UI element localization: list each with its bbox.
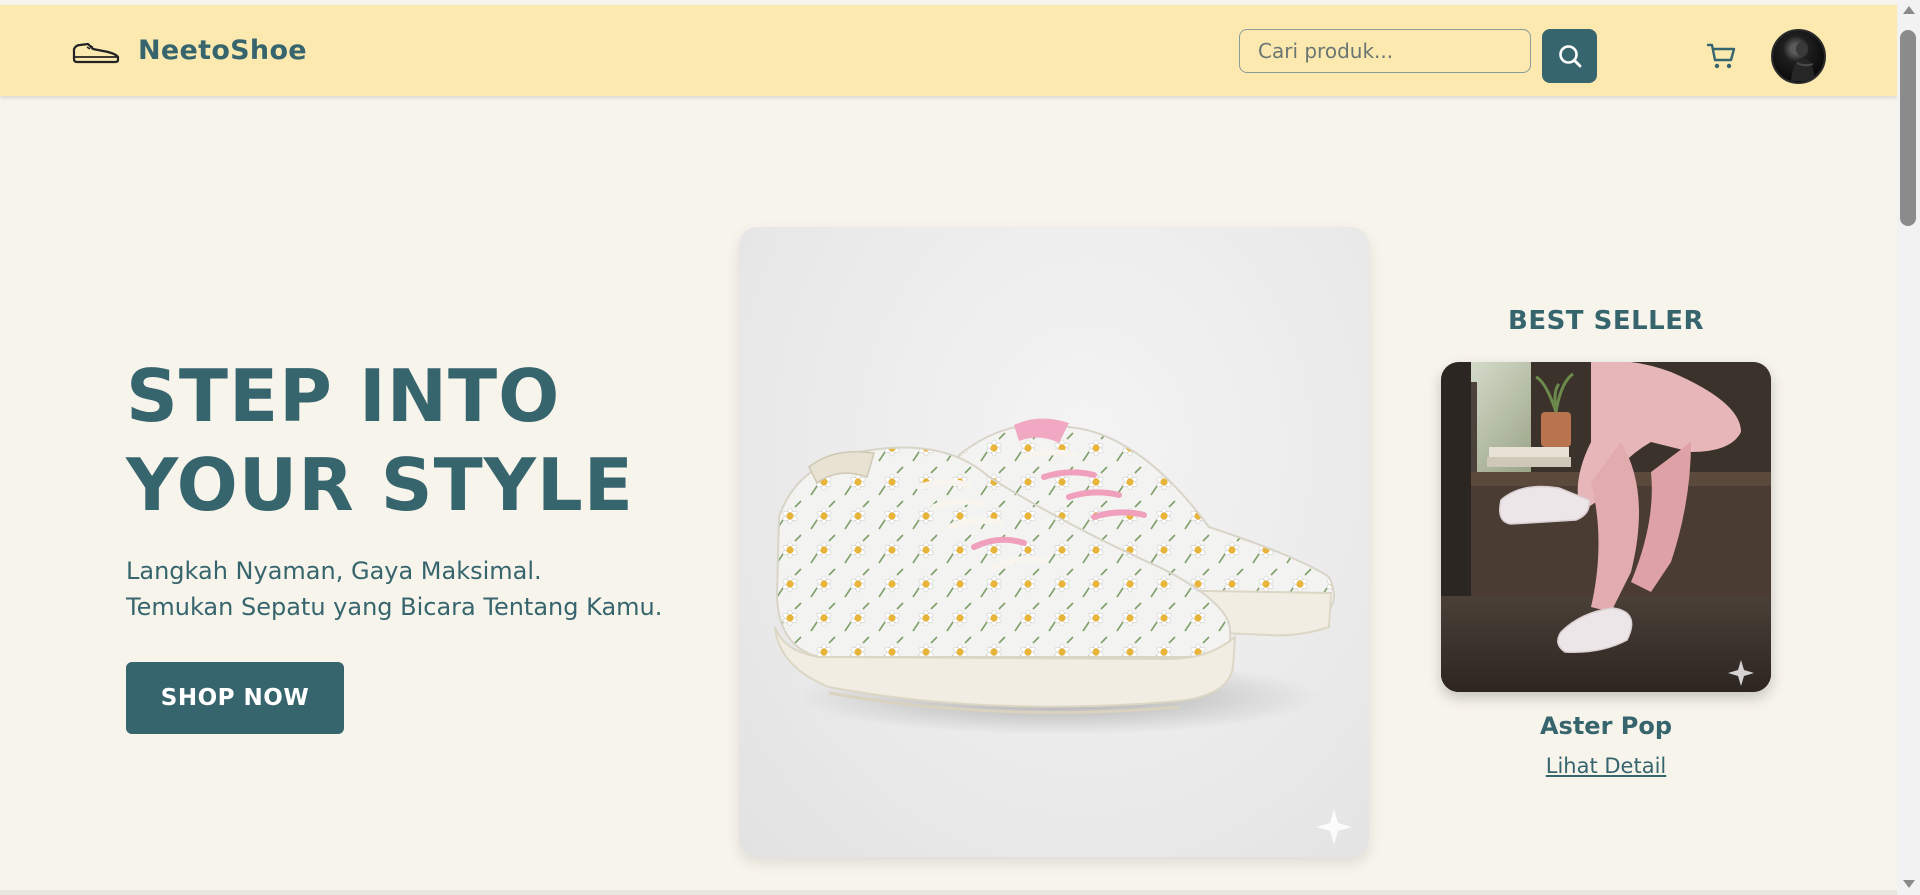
floral-sneakers-image	[774, 418, 1352, 845]
sneaker-logo-icon[interactable]	[71, 35, 121, 65]
hero-subtitle-line2: Temukan Sepatu yang Bicara Tentang Kamu.	[126, 593, 663, 621]
scrollbar-thumb[interactable]	[1900, 30, 1916, 226]
page: NeetoShoe STEP INTO YOUR STYLE	[0, 0, 1920, 895]
hero-subtitle: Langkah Nyaman, Gaya Maksimal. Temukan S…	[126, 553, 726, 625]
bottom-edge	[0, 890, 1897, 895]
hero-title-line2: YOUR STYLE	[126, 443, 634, 527]
hero-title-line1: STEP INTO	[126, 354, 561, 438]
best-seller-heading: BEST SELLER	[1508, 306, 1704, 336]
best-seller-image[interactable]	[1441, 362, 1771, 692]
search-button[interactable]	[1542, 29, 1597, 83]
cart-button[interactable]	[1704, 39, 1738, 73]
view-detail-link[interactable]: Lihat Detail	[1441, 754, 1771, 778]
scroll-down-arrow-icon[interactable]	[1903, 880, 1915, 888]
search-input[interactable]	[1239, 29, 1531, 73]
lifestyle-photo-image	[1441, 362, 1771, 692]
scroll-up-arrow-icon[interactable]	[1903, 6, 1915, 14]
best-seller-product-name: Aster Pop	[1539, 712, 1673, 740]
user-avatar[interactable]	[1771, 29, 1826, 84]
hero-title: STEP INTO YOUR STYLE	[126, 352, 686, 530]
hero-subtitle-line1: Langkah Nyaman, Gaya Maksimal.	[126, 557, 542, 585]
search-icon	[1558, 45, 1581, 68]
avatar-figure-icon	[1791, 42, 1815, 81]
cart-icon	[1706, 43, 1736, 69]
shop-now-button[interactable]: SHOP NOW	[126, 662, 344, 734]
brand-name[interactable]: NeetoShoe	[138, 35, 307, 66]
navbar: NeetoShoe	[0, 5, 1897, 96]
hero-product-image	[739, 227, 1369, 857]
